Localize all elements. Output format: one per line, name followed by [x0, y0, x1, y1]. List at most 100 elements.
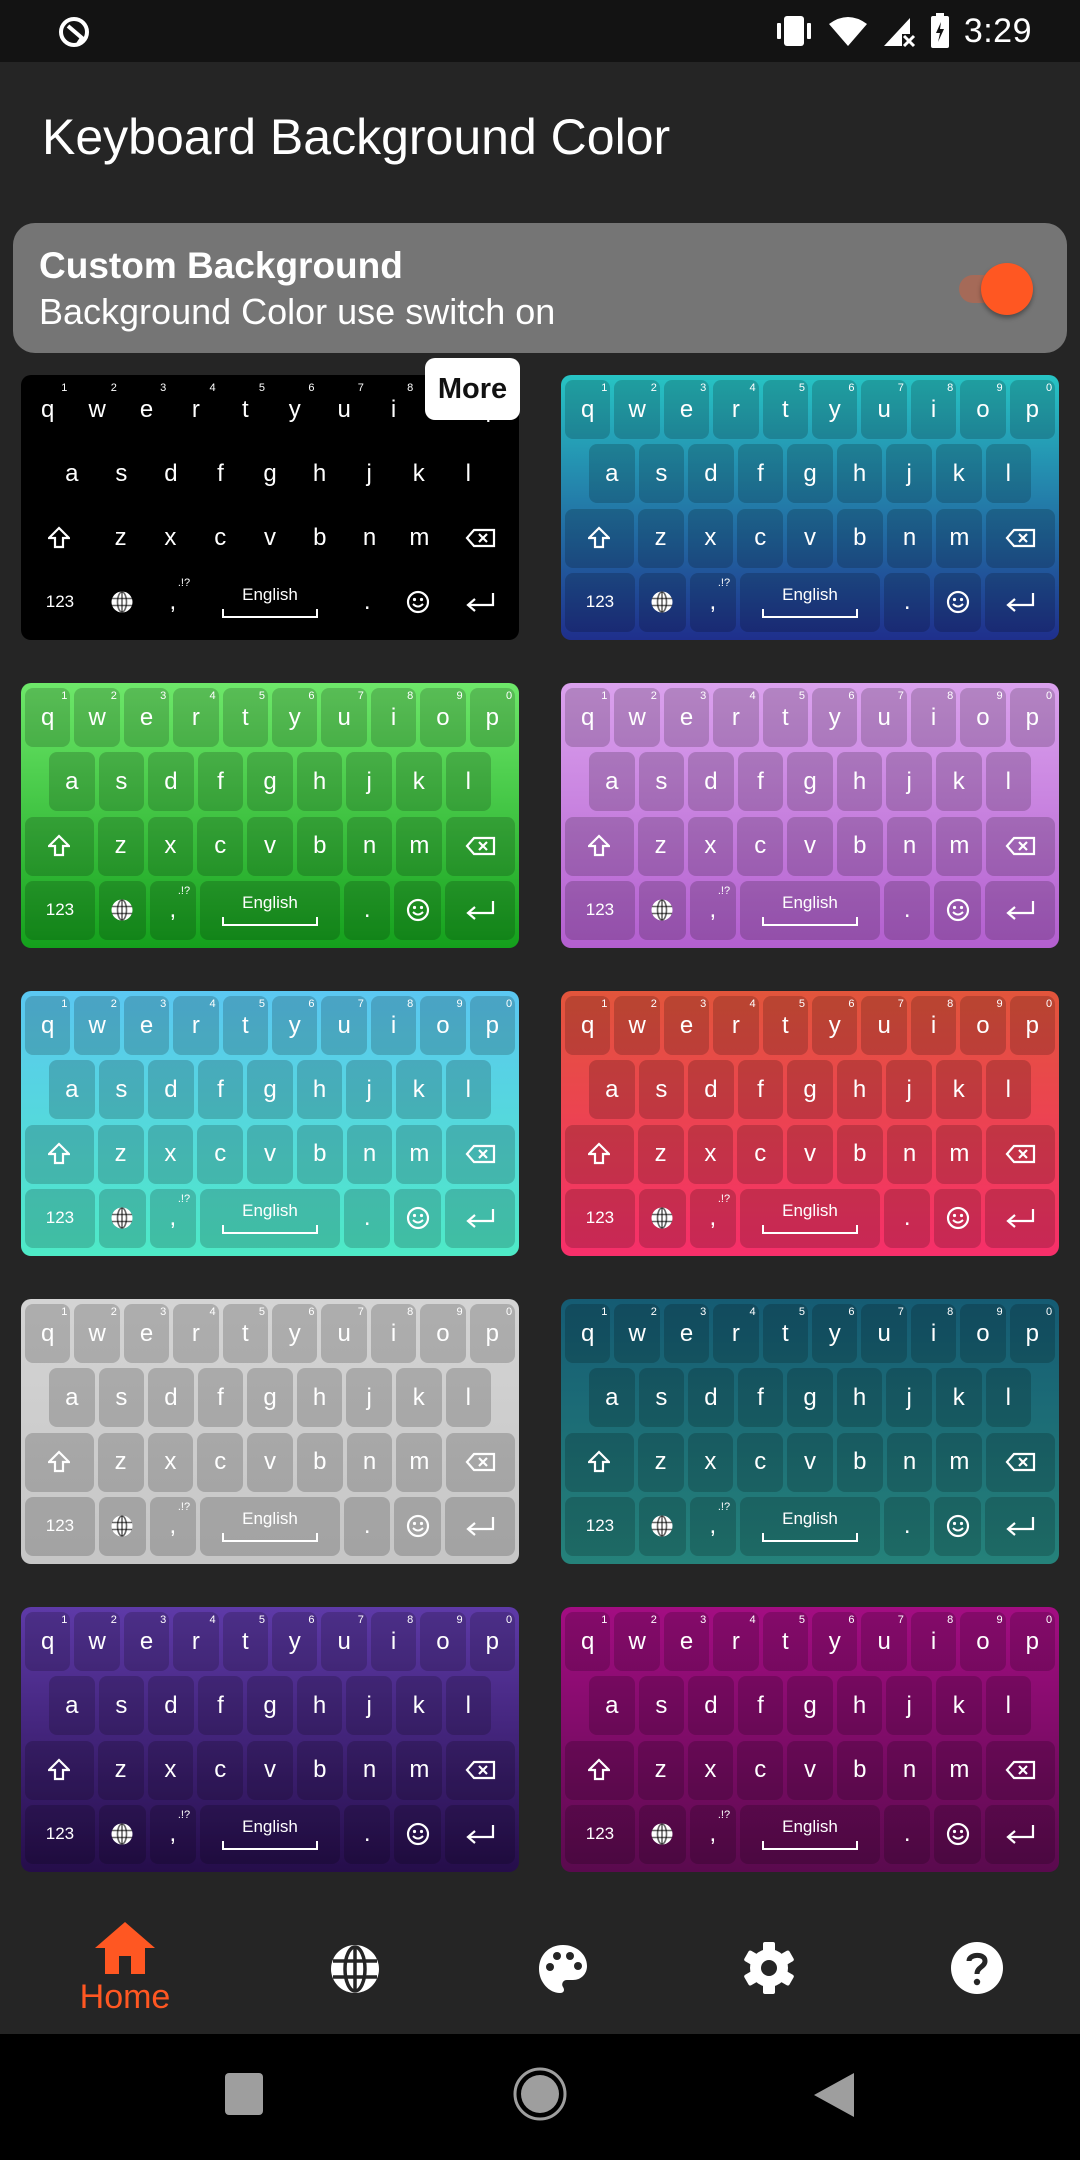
key-g: g [787, 1060, 833, 1120]
nav-language[interactable] [300, 1942, 410, 2042]
custom-background-switch[interactable] [953, 263, 1033, 315]
home-button[interactable] [512, 2066, 568, 2122]
key-t: t5 [762, 1304, 809, 1363]
key-s: s [638, 752, 685, 812]
key-hint: 5 [798, 1614, 806, 1626]
key-v: v [263, 524, 276, 552]
emoji-icon [406, 1823, 429, 1846]
key-hint: .!? [177, 1500, 191, 1513]
key-k: k [395, 1676, 442, 1736]
enter-icon [466, 1517, 495, 1537]
keyboard-theme-purple[interactable]: q 1 w 2 e 3 r 4 t 5 y 6 u 7 i 8 o 9 p 0 a s d f g h j k l z x c v b n m 123,… [21, 1607, 519, 1872]
key-p: p0 [469, 996, 516, 1055]
key-language [638, 1188, 686, 1248]
key-t: t5 [222, 1612, 269, 1671]
key-w: w2 [614, 380, 660, 439]
key-k: k [935, 1060, 982, 1120]
custom-background-card[interactable]: Custom Background Background Color use s… [13, 223, 1067, 353]
backspace-icon [465, 1145, 496, 1164]
key-row-2: asdfghjkl [563, 1368, 1057, 1428]
enter-icon [1006, 593, 1035, 613]
key-o: o9 [420, 996, 466, 1055]
key-y: y6 [272, 996, 318, 1055]
clock: 3:29 [963, 11, 1032, 50]
nav-help[interactable] [922, 1940, 1032, 2040]
key-row-3: zxcvbnm [563, 508, 1057, 568]
key-z: z [637, 1124, 684, 1184]
keyboard-theme-green[interactable]: q 1 w 2 e 3 r 4 t 5 y 6 u 7 i 8 o 9 p 0 a s d f g h j k l z x c v b n m 123,… [21, 683, 519, 948]
key-z: z [97, 1740, 144, 1800]
key-emoji [934, 572, 982, 632]
key-hint: 6 [848, 1306, 855, 1318]
key-e: e3 [663, 688, 710, 747]
keyboard-theme-sky-aqua[interactable]: q 1 w 2 e 3 r 4 t 5 y 6 u 7 i 8 o 9 p 0 a s d f g h j k l z x c v b n m 123,… [21, 991, 519, 1256]
key-shift [565, 1124, 634, 1184]
key-q: q1 [565, 380, 611, 439]
key-j: j [886, 752, 932, 812]
key-h: h [836, 444, 883, 504]
keyboard-theme-red-pink[interactable]: q 1 w 2 e 3 r 4 t 5 y 6 u 7 i 8 o 9 p 0 a s d f g h j k l z x c v b n m 123,… [561, 991, 1059, 1256]
key-o: o9 [420, 688, 466, 747]
keyboard-theme-ocean-teal[interactable]: q 1 w 2 e 3 r 4 t 5 y 6 u 7 i 8 o 9 p 0 a s d f g h j k l z x c v b n m 123,… [561, 1299, 1059, 1564]
key-enter [985, 1188, 1055, 1248]
back-button[interactable] [810, 2070, 858, 2120]
key-space: English [200, 1188, 340, 1248]
status-bar: 3:29 [0, 0, 1080, 62]
key-h: h [296, 1060, 343, 1120]
space-label: English [242, 892, 298, 912]
key-z: z [97, 816, 144, 876]
space-bar-glyph [221, 916, 318, 926]
key-enter [985, 880, 1055, 940]
key-hint: 0 [1045, 1306, 1053, 1318]
emoji-icon [946, 899, 969, 922]
key-u: u7 [337, 382, 364, 423]
keyboard-theme-lavender[interactable]: q 1 w 2 e 3 r 4 t 5 y 6 u 7 i 8 o 9 p 0 a s d f g h j k l z x c v b n m 123,… [561, 683, 1059, 948]
nav-home[interactable]: Home [70, 1920, 180, 2020]
key-f: f [197, 752, 244, 812]
key-enter [985, 1496, 1055, 1556]
key-shift [565, 508, 634, 568]
space-bar-glyph [221, 608, 318, 618]
key-y: y6 [272, 688, 318, 747]
key-i: i8 [370, 688, 417, 747]
key-numbers: 123 [565, 1188, 635, 1248]
keyboard-preview: q1w2e3r4t5y6u7i8o9p0asdfghjklzxcvbnm123,… [563, 1304, 1057, 1556]
key-hint: 0 [1045, 690, 1053, 702]
nav-theme[interactable] [508, 1942, 618, 2042]
emoji-icon [406, 591, 429, 614]
globe-icon [651, 591, 673, 614]
backspace-icon [1005, 837, 1036, 856]
key-s: s [638, 1368, 685, 1428]
keyboard-theme-teal-blue[interactable]: q 1 w 2 e 3 r 4 t 5 y 6 u 7 i 8 o 9 p 0 a s d f g h j k l z x c v b n m 123,… [561, 375, 1059, 640]
key-g: g [787, 1676, 833, 1736]
key-r: r4 [191, 382, 216, 423]
key-c: c [737, 816, 784, 876]
keyboard-theme-silver[interactable]: q 1 w 2 e 3 r 4 t 5 y 6 u 7 i 8 o 9 p 0 a s d f g h j k l z x c v b n m 123,… [21, 1299, 519, 1564]
key-hint: 9 [996, 1306, 1003, 1318]
key-f: f [197, 1676, 244, 1736]
key-a: a [589, 752, 635, 812]
key-hint: 8 [947, 998, 954, 1010]
key-n: n [886, 1740, 933, 1800]
key-p: p0 [469, 1304, 516, 1363]
key-numbers: 123 [565, 1496, 635, 1556]
key-hint: 6 [308, 998, 315, 1010]
space-label: English [242, 1816, 298, 1836]
key-enter [445, 573, 515, 632]
key-j: j [886, 1060, 932, 1120]
key-hint: 7 [357, 382, 364, 394]
key-c: c [214, 524, 227, 552]
enter-icon [466, 1825, 495, 1845]
key-v: v [247, 1740, 293, 1800]
nav-settings[interactable] [714, 1940, 824, 2040]
more-button[interactable]: More [425, 358, 520, 420]
shift-icon [48, 526, 71, 549]
keyboard-theme-magenta[interactable]: q 1 w 2 e 3 r 4 t 5 y 6 u 7 i 8 o 9 p 0 a s d f g h j k l z x c v b n m 123,… [561, 1607, 1059, 1872]
custom-background-subtitle: Background Color use switch on [39, 291, 556, 332]
recents-button[interactable] [222, 2070, 266, 2118]
backspace-icon [465, 837, 496, 856]
key-hint: 1 [601, 1614, 608, 1626]
key-language [99, 573, 146, 632]
key-language [638, 880, 686, 940]
key-u: u7 [861, 380, 907, 439]
